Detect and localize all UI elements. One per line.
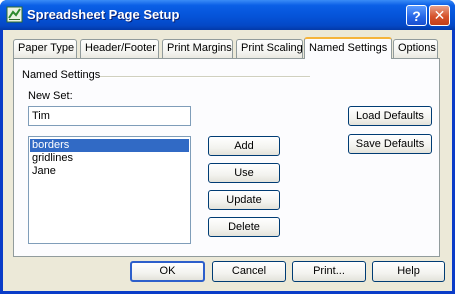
load-defaults-button[interactable]: Load Defaults xyxy=(348,106,432,126)
spreadsheet-app-icon xyxy=(6,6,23,23)
new-set-input[interactable] xyxy=(28,106,191,126)
window-title: Spreadsheet Page Setup xyxy=(27,7,180,22)
list-item-gridlines[interactable]: gridlines xyxy=(30,152,189,165)
tab-options[interactable]: Options xyxy=(393,39,438,58)
help-icon[interactable]: ? xyxy=(406,5,427,26)
dialog-body: Paper Type Header/Footer Print Margins P… xyxy=(3,30,452,291)
close-icon[interactable]: ✕ xyxy=(429,5,450,26)
add-button[interactable]: Add xyxy=(208,136,280,156)
cancel-button[interactable]: Cancel xyxy=(212,261,286,282)
named-settings-panel: Named Settings New Set: borders gridline… xyxy=(13,58,440,257)
use-button[interactable]: Use xyxy=(208,163,280,183)
group-label: Named Settings xyxy=(22,69,101,81)
tab-header-footer[interactable]: Header/Footer xyxy=(80,39,159,58)
list-item-borders[interactable]: borders xyxy=(30,139,189,152)
new-set-label: New Set: xyxy=(28,90,73,102)
update-button[interactable]: Update xyxy=(208,190,280,210)
list-item-jane[interactable]: Jane xyxy=(30,165,189,178)
print-button[interactable]: Print... xyxy=(292,261,366,282)
tab-print-margins[interactable]: Print Margins xyxy=(162,39,233,58)
help-button[interactable]: Help xyxy=(372,261,445,282)
tab-named-settings[interactable]: Named Settings xyxy=(304,37,392,59)
tab-print-scaling[interactable]: Print Scaling xyxy=(236,39,303,58)
save-defaults-button[interactable]: Save Defaults xyxy=(348,134,432,154)
ok-button[interactable]: OK xyxy=(130,261,205,282)
tab-paper-type[interactable]: Paper Type xyxy=(13,39,77,58)
named-settings-list[interactable]: borders gridlines Jane xyxy=(28,136,191,244)
delete-button[interactable]: Delete xyxy=(208,217,280,237)
group-divider xyxy=(100,76,310,78)
dialog-window: Spreadsheet Page Setup ? ✕ Paper Type He… xyxy=(0,0,455,294)
title-bar[interactable]: Spreadsheet Page Setup ? ✕ xyxy=(0,0,455,30)
